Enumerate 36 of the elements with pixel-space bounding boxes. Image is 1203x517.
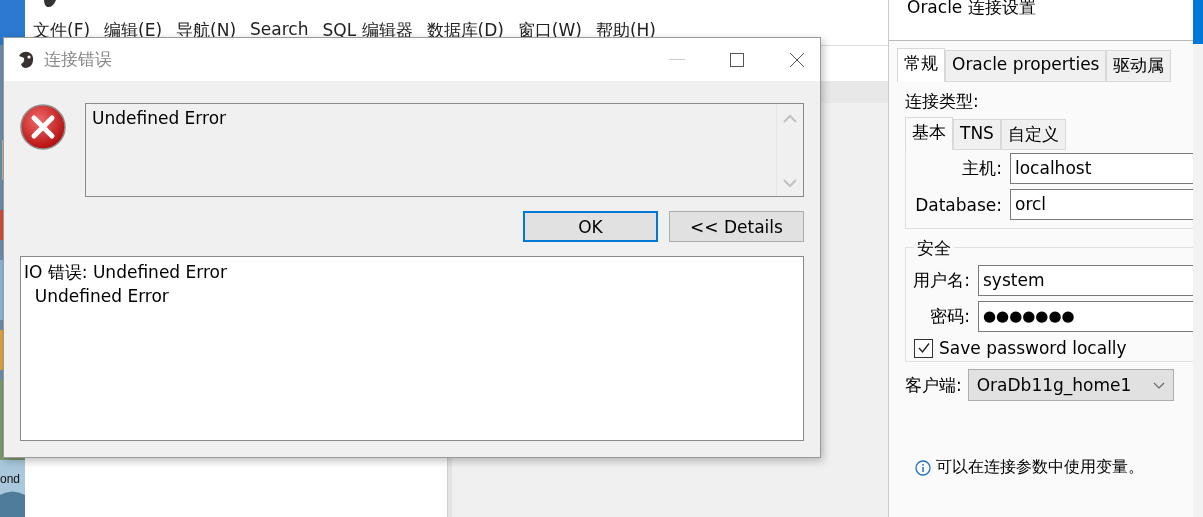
details-button[interactable]: << Details bbox=[669, 211, 804, 242]
field-label: 密码: bbox=[929, 305, 970, 328]
details-text: IO 错误: Undefined Error bbox=[24, 261, 228, 284]
caret-icon bbox=[1152, 381, 1165, 389]
error-icon bbox=[19, 103, 67, 151]
ok-button[interactable]: OK bbox=[523, 211, 658, 242]
client-dropdown[interactable]: OraDb11g_home1 bbox=[967, 369, 1174, 401]
field-label: 用户名: bbox=[912, 269, 970, 292]
info-icon bbox=[915, 459, 931, 476]
tab[interactable]: Oracle properties bbox=[945, 50, 1107, 82]
password-field[interactable]: ●●●●●●● bbox=[978, 301, 1194, 332]
app-icon bbox=[43, 0, 57, 8]
group-title: 安全 bbox=[914, 237, 954, 260]
checkbox[interactable] bbox=[914, 338, 933, 358]
close-icon bbox=[789, 51, 805, 68]
tab[interactable]: 基本 bbox=[905, 117, 953, 150]
tab[interactable]: TNS bbox=[953, 119, 1001, 150]
input-field[interactable]: system bbox=[978, 265, 1194, 296]
maximize-icon bbox=[729, 51, 745, 68]
app-icon bbox=[16, 49, 36, 70]
field-label: 主机: bbox=[961, 157, 1002, 180]
input-field[interactable]: localhost bbox=[1010, 153, 1194, 184]
field-label: 客户端: bbox=[905, 373, 962, 397]
tab[interactable]: 自定义 bbox=[1000, 119, 1066, 150]
dialog-title: 连接错误 bbox=[44, 48, 112, 71]
details-text: Undefined Error bbox=[33, 285, 170, 308]
input-field[interactable]: orcl bbox=[1010, 189, 1194, 220]
hint-text: 可以在连接参数中使用变量。 bbox=[936, 457, 1144, 478]
checkbox-label[interactable]: Save password locally bbox=[939, 338, 1127, 358]
section-label: 连接类型: bbox=[905, 90, 980, 113]
tab[interactable]: 驱动属 bbox=[1106, 50, 1172, 82]
error-message: Undefined Error bbox=[91, 107, 227, 130]
field-label: Database: bbox=[914, 194, 1002, 215]
check-icon bbox=[916, 341, 931, 355]
minimize-icon bbox=[669, 59, 685, 60]
tab[interactable]: 常规 bbox=[897, 48, 945, 82]
